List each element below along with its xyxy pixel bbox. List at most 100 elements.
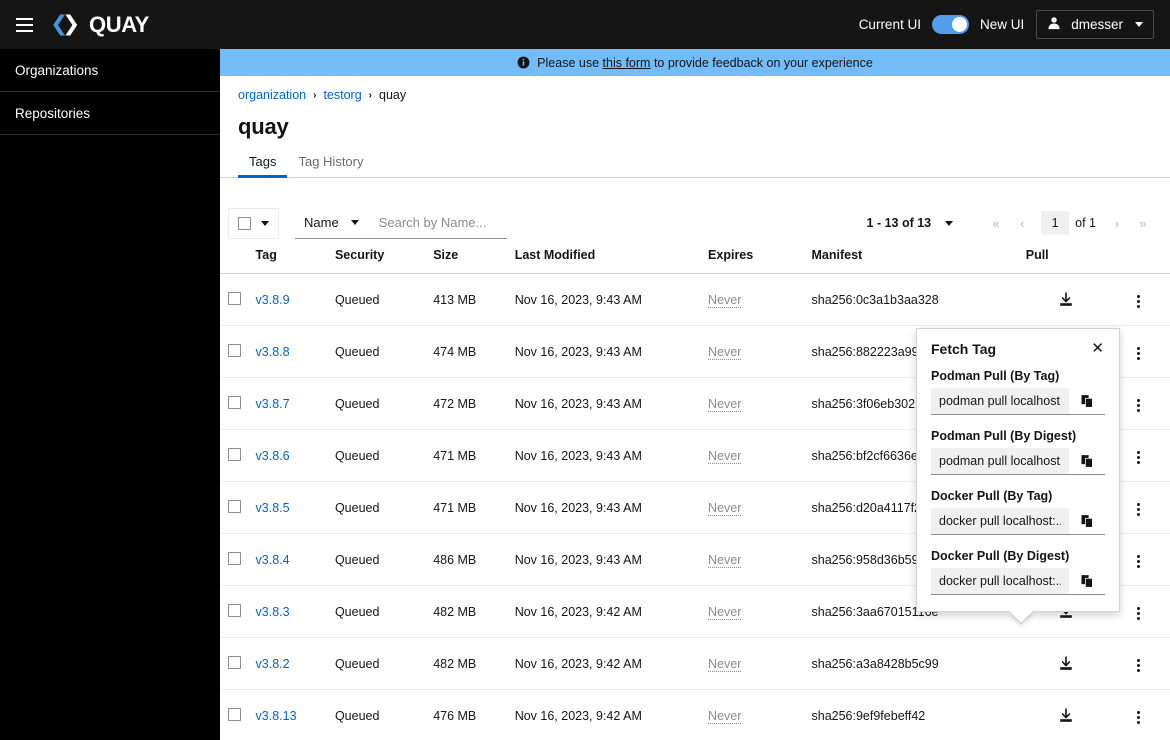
copy-icon[interactable] [1069, 568, 1105, 594]
size-value: 486 MB [433, 533, 515, 586]
expires-value: Never [708, 708, 742, 724]
row-actions-kebab-icon[interactable] [1129, 447, 1148, 468]
column-header-last-modified: Last Modified [514, 244, 709, 274]
quay-mark-icon [52, 13, 82, 37]
search-input[interactable] [376, 214, 507, 231]
breadcrumb-item-testorg[interactable]: testorg [323, 88, 361, 102]
manifest-digest: sha256:a3a8428b5c99 [811, 637, 1026, 690]
row-checkbox[interactable] [228, 603, 241, 617]
quay-logo[interactable]: QUAY [52, 12, 149, 38]
user-menu-button[interactable]: dmesser [1036, 10, 1154, 39]
column-header-tag: Tag [255, 244, 335, 274]
pagination: 1 - 13 of 13 « ‹ of 1 › » [867, 210, 1156, 236]
row-checkbox[interactable] [228, 655, 241, 669]
tag-link[interactable]: v3.8.7 [256, 397, 290, 411]
tab-label: Tag History [298, 154, 364, 169]
copy-icon[interactable] [1069, 508, 1105, 534]
last-modified-value: Nov 16, 2023, 9:43 AM [514, 429, 709, 482]
row-actions-kebab-icon[interactable] [1129, 343, 1148, 364]
last-modified-value: Nov 16, 2023, 9:42 AM [514, 585, 709, 638]
chevron-down-icon [261, 220, 269, 226]
row-checkbox[interactable] [228, 447, 241, 461]
next-page-button[interactable]: › [1104, 210, 1130, 236]
last-page-button[interactable]: » [1130, 210, 1156, 236]
first-page-button[interactable]: « [983, 210, 1009, 236]
pagination-buttons: « ‹ of 1 › » [983, 210, 1156, 236]
column-header-pull: Pull [1025, 244, 1108, 274]
column-header-expires: Expires [708, 244, 812, 274]
tag-link[interactable]: v3.8.4 [256, 553, 290, 567]
popover-field: Docker Pull (By Tag) [931, 489, 1105, 535]
filter-group: Name [295, 207, 507, 239]
security-status: Queued [334, 481, 434, 534]
row-checkbox[interactable] [228, 291, 241, 305]
sidebar-item-label: Repositories [15, 105, 91, 121]
expires-value: Never [708, 448, 742, 464]
pull-download-icon[interactable] [1055, 653, 1077, 675]
expires-value: Never [708, 552, 742, 568]
chevron-down-icon [350, 220, 359, 225]
fetch-tag-popover: Fetch Tag ✕ Podman Pull (By Tag) Podman P… [916, 328, 1120, 624]
security-status: Queued [334, 325, 434, 378]
row-actions-kebab-icon[interactable] [1129, 291, 1148, 312]
security-status: Queued [334, 377, 434, 430]
sidebar-item-repositories[interactable]: Repositories [0, 92, 220, 135]
tag-link[interactable]: v3.8.5 [256, 501, 290, 515]
popover-fields: Podman Pull (By Tag) Podman Pull (By Dige… [931, 369, 1105, 595]
row-actions-kebab-icon[interactable] [1129, 551, 1148, 572]
tag-link[interactable]: v3.8.9 [256, 293, 290, 307]
table-toolbar: Name 1 - 13 of 13 « ‹ of 1 › » [220, 178, 1170, 244]
filter-attribute-select[interactable]: Name [295, 207, 368, 239]
chevron-down-icon[interactable] [945, 220, 954, 226]
security-status: Queued [334, 533, 434, 586]
row-checkbox[interactable] [228, 707, 241, 721]
row-actions-kebab-icon[interactable] [1129, 655, 1148, 676]
page-number-input[interactable] [1041, 211, 1070, 235]
new-ui-toggle-switch[interactable] [931, 15, 969, 34]
tab-tag-history[interactable]: Tag History [287, 149, 374, 177]
tag-link[interactable]: v3.8.3 [256, 605, 290, 619]
last-modified-value: Nov 16, 2023, 9:43 AM [514, 481, 709, 534]
close-icon[interactable]: ✕ [1090, 341, 1105, 356]
prev-page-button[interactable]: ‹ [1009, 210, 1035, 236]
tag-link[interactable]: v3.8.13 [256, 709, 297, 723]
pull-download-icon[interactable] [1055, 289, 1077, 311]
banner-text-before: Please use [537, 55, 600, 70]
table-header-row: Tag Security Size Last Modified Expires … [220, 244, 1170, 274]
breadcrumb-item-organization[interactable]: organization [238, 88, 306, 102]
expires-value: Never [708, 396, 742, 412]
select-all-checkbox[interactable] [238, 216, 251, 230]
pull-command-input[interactable] [931, 388, 1069, 414]
popover-arrow-icon [1009, 611, 1033, 623]
copy-icon[interactable] [1069, 448, 1105, 474]
tag-link[interactable]: v3.8.8 [256, 345, 290, 359]
row-actions-kebab-icon[interactable] [1129, 395, 1148, 416]
popover-header: Fetch Tag ✕ [931, 341, 1105, 357]
hamburger-icon[interactable] [0, 0, 46, 49]
security-status: Queued [334, 429, 434, 482]
tab-tags[interactable]: Tags [238, 149, 288, 178]
page-title: quay [238, 114, 289, 139]
row-actions-kebab-icon[interactable] [1129, 499, 1148, 520]
row-actions-kebab-icon[interactable] [1129, 707, 1148, 728]
brand-text: QUAY [89, 11, 149, 37]
row-actions-kebab-icon[interactable] [1129, 603, 1148, 624]
row-checkbox[interactable] [228, 551, 241, 565]
pull-command-input[interactable] [931, 448, 1069, 474]
tag-link[interactable]: v3.8.2 [256, 657, 290, 671]
pull-download-icon[interactable] [1055, 705, 1077, 727]
row-checkbox[interactable] [228, 395, 241, 409]
size-value: 413 MB [433, 273, 515, 326]
pull-command-input[interactable] [931, 508, 1069, 534]
copy-icon[interactable] [1069, 388, 1105, 414]
row-checkbox[interactable] [228, 343, 241, 357]
sidebar-item-organizations[interactable]: Organizations [0, 49, 220, 92]
username-label: dmesser [1071, 17, 1123, 32]
column-header-security: Security [334, 244, 434, 274]
bulk-select-dropdown[interactable] [228, 207, 279, 239]
feedback-form-link[interactable]: this form [603, 56, 651, 70]
tag-link[interactable]: v3.8.6 [256, 449, 290, 463]
pull-command-input[interactable] [931, 568, 1069, 594]
popover-field-row [931, 568, 1105, 595]
row-checkbox[interactable] [228, 499, 241, 513]
